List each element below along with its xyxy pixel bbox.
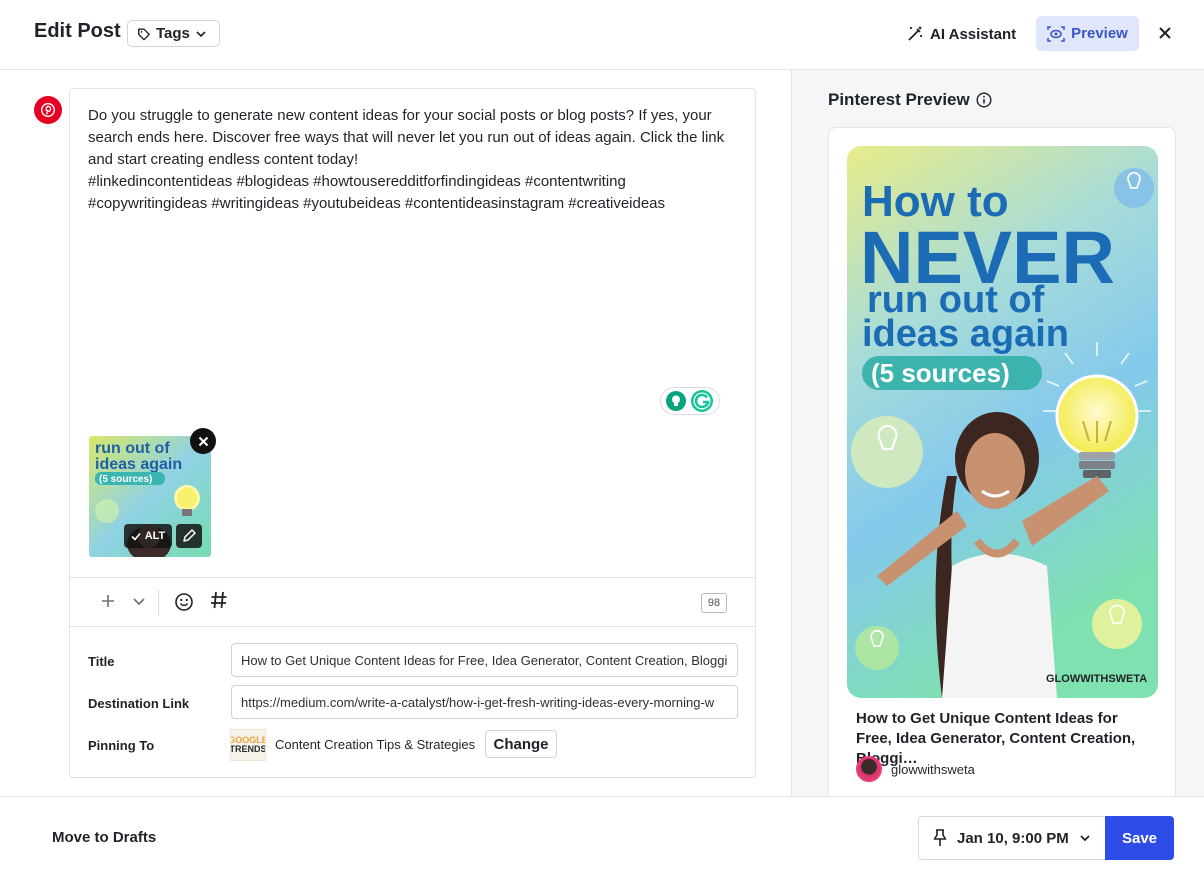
preview-label: Preview [1071,25,1128,42]
pin-image-art: How to NEVER run out of ideas again (5 s… [847,146,1158,698]
toolbar-divider [158,590,159,616]
check-icon [131,532,141,541]
pin-username: glowwithsweta [891,761,975,777]
schedule-label: Jan 10, 9:00 PM [957,829,1069,847]
pencil-icon [183,529,196,542]
alt-text-button[interactable]: ALT [124,524,172,548]
chevron-down-icon[interactable] [132,593,146,609]
pin-user: glowwithsweta [856,756,975,782]
board-name: Content Creation Tips & Strategies [275,737,476,752]
pin-icon [933,829,947,846]
add-icon[interactable] [100,593,116,609]
board-thumb-text-2: TRENDS [230,744,266,754]
pin-image-line-5: (5 sources) [871,358,1010,388]
footer: Move to Drafts Jan 10, 9:00 PM Save [0,796,1204,879]
title-label: Title [88,654,115,669]
remove-image-button[interactable] [190,428,216,454]
pinterest-account-avatar[interactable] [34,96,62,124]
save-button[interactable]: Save [1105,816,1174,860]
title-input[interactable] [231,643,738,677]
preview-button[interactable]: Preview [1036,16,1139,51]
thumb-text-2: ideas again [95,456,182,473]
page-title: Edit Post [34,20,121,42]
close-icon [1159,27,1171,39]
emoji-icon[interactable] [174,592,194,612]
magic-wand-icon [908,26,922,41]
schedule-dropdown[interactable]: Jan 10, 9:00 PM [918,816,1105,860]
pin-preview-card: How to NEVER run out of ideas again (5 s… [828,127,1176,807]
header: Edit Post Tags AI Assistant Preview [0,0,1204,70]
preview-eye-icon [1047,25,1065,42]
alt-label: ALT [144,530,166,542]
pin-image-line-4: ideas again [862,313,1069,355]
tags-label: Tags [156,25,190,42]
hashtag-icon[interactable] [210,590,228,610]
chevron-down-icon [1080,835,1090,842]
move-to-drafts-button[interactable]: Move to Drafts [52,829,156,846]
destination-link-label: Destination Link [88,696,190,711]
board-thumbnail: GOOGLE TRENDS [230,729,266,761]
pinterest-logo-icon [41,103,55,117]
tag-icon [138,27,150,40]
chevron-down-icon [196,30,206,37]
lightbulb-icon [666,391,686,411]
ai-assistant-label: AI Assistant [930,25,1017,43]
change-board-button[interactable]: Change [485,730,557,758]
preview-title: Pinterest Preview [828,90,992,110]
tags-button[interactable]: Tags [127,20,220,47]
post-editor: Do you struggle to generate new content … [69,88,756,778]
thumb-text-3: (5 sources) [99,474,152,485]
ai-assistant-button[interactable]: AI Assistant [906,21,1016,47]
grammarly-icon [691,390,713,412]
pin-image-watermark: GLOWWITHSWETA [1046,673,1147,685]
thumb-text-1: run out of [95,440,170,457]
grammarly-widget[interactable] [660,387,720,415]
character-count-badge: 98 [701,593,727,613]
info-icon[interactable] [976,92,992,108]
user-avatar [856,756,882,782]
preview-title-text: Pinterest Preview [828,90,970,109]
destination-link-input[interactable] [231,685,738,719]
close-icon [198,436,208,446]
pin-image: How to NEVER run out of ideas again (5 s… [847,146,1158,698]
post-text-area[interactable]: Do you struggle to generate new content … [88,105,738,215]
close-button[interactable] [1154,22,1176,44]
preview-panel: Pinterest Preview How to NEVER run out o… [791,70,1204,807]
pinning-to-label: Pinning To [88,738,155,753]
editor-toolbar: 98 [70,577,755,627]
edit-image-button[interactable] [176,524,202,548]
